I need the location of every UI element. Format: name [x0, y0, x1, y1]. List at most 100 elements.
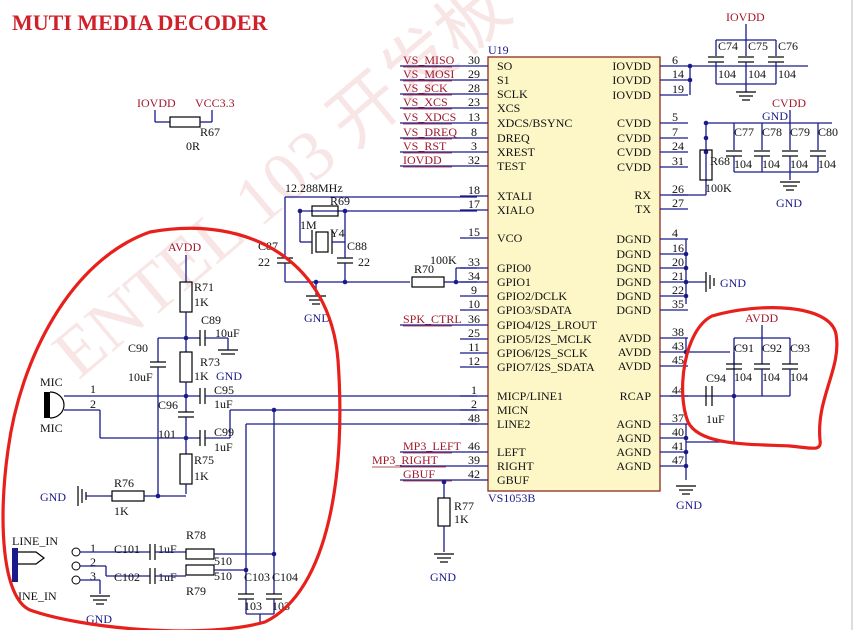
net-label: MP3_LEFT	[403, 439, 462, 453]
mic-label-2: MIC	[40, 421, 63, 435]
pin-name: IOVDD	[612, 88, 651, 102]
c74-value: 104	[718, 67, 736, 81]
c88-value: 22	[358, 255, 370, 269]
r78-ref: R78	[186, 528, 206, 542]
c90-ref: C90	[128, 341, 148, 355]
pin-number: 13	[468, 110, 480, 124]
pin-name: DGND	[616, 261, 651, 275]
c93-ref: C93	[790, 341, 810, 355]
r73-value: 1K	[194, 369, 209, 383]
c80-value: 104	[818, 157, 836, 171]
c77-value: 104	[734, 157, 752, 171]
pin-number: 43	[672, 339, 684, 353]
c94-value: 1uF	[706, 412, 725, 426]
pin-number: 40	[672, 425, 684, 439]
pin-number: 36	[468, 312, 480, 326]
pin-name: RX	[634, 188, 651, 202]
avdd-right-label: AVDD	[745, 311, 778, 325]
pin-number: 37	[672, 411, 684, 425]
iovdd-top-label: IOVDD	[726, 10, 765, 24]
pin-name: GPIO0	[497, 261, 531, 275]
c95-value: 1uF	[214, 397, 233, 411]
r77-gnd: GND	[430, 570, 456, 584]
pin-name: SO	[497, 59, 513, 73]
c76-ref: C76	[778, 39, 798, 53]
line-in-label-2: INE_IN	[18, 589, 57, 603]
r76-value: 1K	[114, 504, 129, 518]
c99-ref: C99	[214, 425, 234, 439]
r77-value: 1K	[454, 512, 469, 526]
pin-number: 18	[468, 183, 480, 197]
pin-number: 26	[672, 182, 684, 196]
pin-number: 5	[672, 110, 678, 124]
pin-name: LINE2	[497, 417, 530, 431]
pin-name: TX	[635, 202, 651, 216]
r75-ref: R75	[194, 453, 214, 467]
pin-name: CVDD	[617, 145, 651, 159]
pin-number: 33	[468, 255, 480, 269]
avdd-left-label: AVDD	[168, 240, 201, 254]
net-label: VS_SCK	[403, 81, 448, 95]
c91-ref: C91	[734, 341, 754, 355]
c93-value: 104	[790, 370, 808, 384]
r77-ref: R77	[454, 499, 474, 513]
pin-number: 2	[471, 397, 477, 411]
c91-value: 104	[734, 370, 752, 384]
vcc33-label: VCC3.3	[195, 96, 235, 110]
c76-value: 104	[778, 67, 796, 81]
pin-number: 35	[672, 297, 684, 311]
net-label: IOVDD	[403, 153, 442, 167]
pin-name: DGND	[616, 303, 651, 317]
ic-part: VS1053B	[488, 491, 535, 505]
pin-name: RCAP	[620, 389, 652, 403]
r79-value: 510	[214, 569, 232, 583]
pin-number: 21	[672, 269, 684, 283]
pin-number: 19	[672, 82, 684, 96]
avdd-caps: AVDD C91 C92 C93 104 104 104	[726, 311, 810, 397]
jack-pin2: 2	[90, 555, 96, 569]
pin-number: 28	[468, 81, 480, 95]
pin-name: GPIO3/SDATA	[497, 303, 572, 317]
net-label: GBUF	[403, 467, 435, 481]
pin-name: GPIO6/I2S_SCLK	[497, 346, 588, 360]
pin-name: SCLK	[497, 87, 528, 101]
c102-value: 1uF	[158, 570, 177, 584]
pin-number: 39	[468, 453, 480, 467]
y4-ref: Y4	[330, 226, 345, 240]
pin-number: 6	[672, 53, 678, 67]
pin-name: AVDD	[618, 359, 651, 373]
line-in-jack-icon	[12, 548, 18, 582]
pin-name: XIALO	[497, 203, 535, 217]
pin-name: DGND	[616, 247, 651, 261]
xtal-freq: 12.288MHz	[285, 181, 343, 195]
pin-number: 1	[471, 383, 477, 397]
pin-name: CVDD	[617, 116, 651, 130]
pin-name: CVDD	[617, 160, 651, 174]
pin-number: 3	[471, 139, 477, 153]
pin-number: 12	[468, 354, 480, 368]
pin-name: DGND	[616, 232, 651, 246]
pin-name: IOVDD	[612, 73, 651, 87]
pin-name: AGND	[616, 431, 651, 445]
net-label: VS_DREQ	[403, 125, 457, 139]
r67-value: 0R	[186, 139, 200, 153]
pin-name: DGND	[616, 289, 651, 303]
pin-number: 41	[672, 439, 684, 453]
pin-name: DGND	[616, 275, 651, 289]
pin-number: 22	[672, 283, 684, 297]
c103-value: 103	[244, 599, 262, 613]
r76-ref: R76	[114, 476, 134, 490]
r69-value: 1M	[300, 218, 317, 232]
pin-name: S1	[497, 73, 510, 87]
r79-ref: R79	[186, 584, 206, 598]
c90-value: 10uF	[128, 370, 153, 384]
pin-number: 27	[672, 196, 684, 210]
c104-ref: C104	[272, 570, 298, 584]
pin-name: DREQ	[497, 131, 530, 145]
pin-number: 23	[468, 95, 480, 109]
pin-number: 16	[672, 241, 684, 255]
c102-ref: C102	[114, 570, 140, 584]
pin-number: 7	[672, 125, 678, 139]
c78-ref: C78	[762, 125, 782, 139]
pin-number: 10	[468, 297, 480, 311]
